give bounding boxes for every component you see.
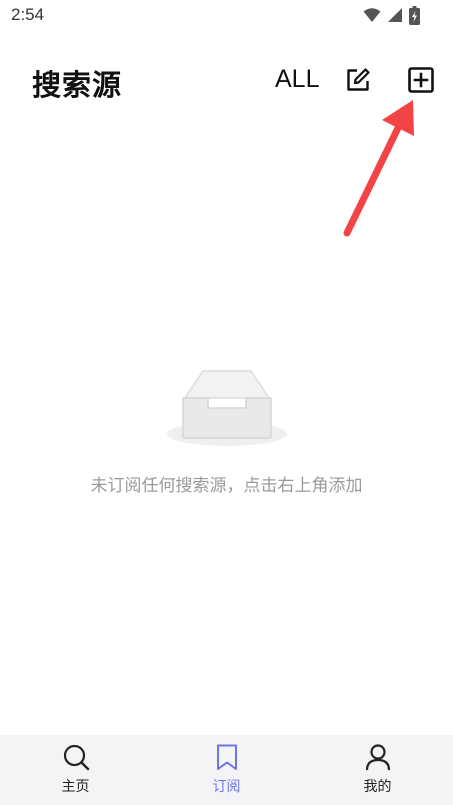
status-time: 2:54	[11, 5, 45, 24]
bottom-nav: 主页 订阅 我的	[0, 735, 453, 805]
signal-icon	[388, 8, 402, 22]
battery-charging-icon	[409, 5, 420, 25]
empty-state-message: 未订阅任何搜索源，点击右上角添加	[90, 476, 363, 496]
status-bar: 2:54	[0, 0, 453, 30]
status-icons	[363, 5, 420, 25]
annotation-arrow-icon	[343, 100, 414, 237]
search-icon	[63, 744, 89, 771]
page-title: 搜索源	[32, 68, 123, 102]
nav-label-profile: 我的	[363, 779, 392, 795]
nav-label-subscriptions: 订阅	[212, 779, 241, 795]
nav-item-profile[interactable]: 我的	[302, 735, 453, 805]
user-icon	[365, 744, 390, 771]
empty-inbox-icon	[167, 370, 287, 446]
nav-label-home: 主页	[61, 779, 90, 795]
nav-item-subscriptions[interactable]: 订阅	[151, 735, 302, 805]
all-button[interactable]: ALL	[275, 65, 319, 94]
bookmark-icon	[216, 744, 237, 770]
screen: 2:54 搜索源 ALL 未订阅任何搜索源，点击右上角添加 主页 订阅 我的	[0, 0, 453, 805]
nav-item-home[interactable]: 主页	[0, 735, 151, 805]
wifi-icon	[363, 8, 381, 22]
